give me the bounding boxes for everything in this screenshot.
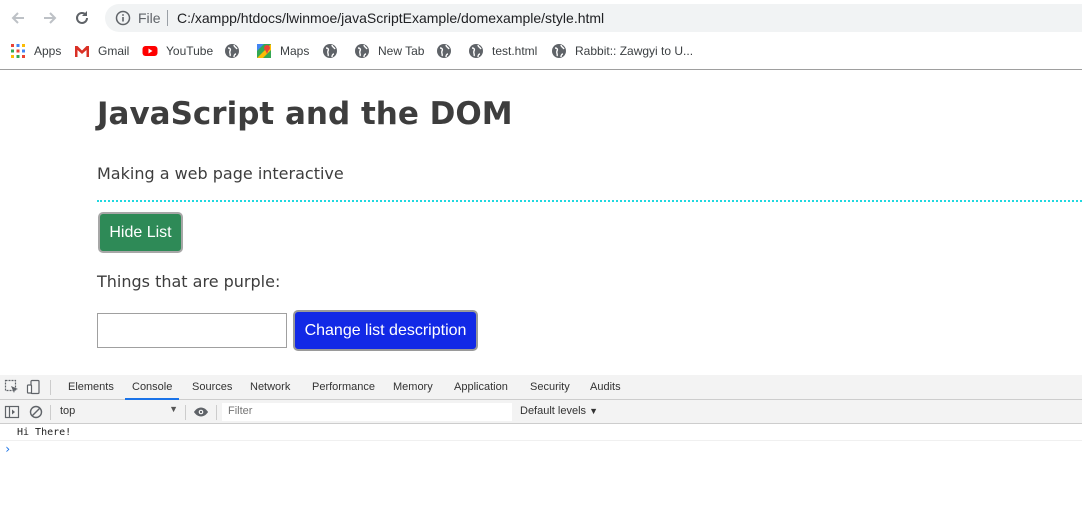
dropdown-arrow-icon: ▼	[169, 404, 178, 414]
console-filter-input[interactable]: Filter	[222, 403, 512, 421]
page-title: JavaScript and the DOM	[97, 96, 513, 132]
address-url[interactable]: C:/xampp/htdocs/lwinmoe/javaScriptExampl…	[177, 10, 604, 26]
tab-console[interactable]: Console	[125, 375, 180, 400]
forward-arrow-icon	[44, 12, 57, 24]
toolbar-divider	[185, 405, 186, 420]
console-log-entry: Hi There!	[0, 424, 1082, 441]
bookmark-test-html[interactable]: test.html	[468, 42, 537, 60]
bookmark-label: New Tab	[378, 44, 425, 58]
context-selector[interactable]: top ▼	[56, 403, 182, 421]
devtools-tabbar: Elements Console Sources Network Perform…	[0, 375, 1082, 400]
address-bar[interactable]: File C:/xampp/htdocs/lwinmoe/javaScriptE…	[105, 4, 1082, 32]
devtools-panel: Elements Console Sources Network Perform…	[0, 375, 1082, 521]
console-prompt-icon[interactable]: ›	[4, 442, 11, 456]
sidebar-toggle-icon[interactable]	[4, 404, 20, 420]
bookmark-apps[interactable]: Apps	[10, 42, 61, 60]
globe-icon	[323, 44, 337, 58]
tab-performance[interactable]: Performance	[305, 375, 382, 400]
bookmark-youtube[interactable]: YouTube	[142, 42, 213, 60]
maps-icon	[257, 44, 271, 58]
toolbar-divider	[50, 405, 51, 420]
address-scheme-label: File	[138, 10, 161, 26]
bookmark-globe-1[interactable]	[224, 42, 248, 60]
globe-icon	[225, 44, 239, 58]
tab-sources[interactable]: Sources	[185, 375, 239, 400]
globe-icon	[355, 44, 369, 58]
eye-icon[interactable]	[193, 404, 209, 420]
tab-divider	[50, 380, 51, 395]
bookmark-label: Rabbit:: Zawgyi to U...	[575, 44, 694, 58]
back-button[interactable]	[8, 8, 28, 28]
console-toolbar: top ▼ Filter Default levels ▼	[0, 400, 1082, 424]
log-levels-label: Default levels	[520, 405, 587, 417]
change-description-button[interactable]: Change list description	[293, 310, 478, 351]
bookmark-globe-3[interactable]	[436, 42, 460, 60]
reload-icon	[76, 11, 88, 24]
context-value: top	[60, 405, 76, 417]
address-divider	[167, 10, 168, 26]
device-toolbar-icon[interactable]	[26, 379, 42, 395]
back-arrow-icon	[11, 12, 24, 24]
forward-button[interactable]	[40, 8, 60, 28]
list-description: Things that are purple:	[97, 272, 281, 291]
inspect-element-icon[interactable]	[4, 379, 20, 395]
tab-application[interactable]: Application	[447, 375, 515, 400]
hide-list-button[interactable]: Hide List	[98, 212, 183, 253]
dotted-divider	[97, 200, 1082, 202]
bookmark-label: Apps	[34, 44, 62, 58]
youtube-icon	[142, 46, 158, 56]
globe-icon	[469, 44, 483, 58]
bookmarks-bar: Apps Gmail YouTube Maps New Tab test.htm…	[0, 38, 1082, 64]
tab-network[interactable]: Network	[243, 375, 297, 400]
gmail-icon	[75, 46, 89, 57]
browser-toolbar: File C:/xampp/htdocs/lwinmoe/javaScriptE…	[0, 0, 1082, 36]
tab-elements[interactable]: Elements	[61, 375, 121, 400]
log-levels-dropdown[interactable]: Default levels ▼	[520, 405, 598, 417]
page-description: Making a web page interactive	[97, 164, 344, 183]
tab-memory[interactable]: Memory	[386, 375, 440, 400]
apps-grid-icon	[11, 44, 25, 58]
description-input[interactable]	[97, 313, 287, 348]
tab-audits[interactable]: Audits	[583, 375, 628, 400]
clear-console-icon[interactable]	[28, 404, 44, 420]
bookmark-label: Maps	[280, 44, 310, 58]
bookmark-gmail[interactable]: Gmail	[74, 42, 129, 60]
bookmark-new-tab[interactable]: New Tab	[354, 42, 424, 60]
bookmark-label: Gmail	[98, 44, 130, 58]
globe-icon	[437, 44, 451, 58]
bookmark-rabbit[interactable]: Rabbit:: Zawgyi to U...	[551, 42, 693, 60]
dropdown-arrow-icon: ▼	[589, 406, 599, 416]
console-message: Hi There!	[17, 427, 72, 438]
toolbar-divider	[216, 405, 217, 420]
bookmark-label: test.html	[492, 44, 538, 58]
page-viewport: JavaScript and the DOM Making a web page…	[0, 70, 1082, 375]
bookmark-maps[interactable]: Maps	[256, 42, 309, 60]
bookmark-label: YouTube	[166, 44, 214, 58]
tab-security[interactable]: Security	[523, 375, 577, 400]
bookmark-globe-2[interactable]	[322, 42, 346, 60]
info-icon[interactable]	[115, 10, 131, 26]
reload-button[interactable]	[72, 8, 92, 28]
globe-icon	[552, 44, 566, 58]
